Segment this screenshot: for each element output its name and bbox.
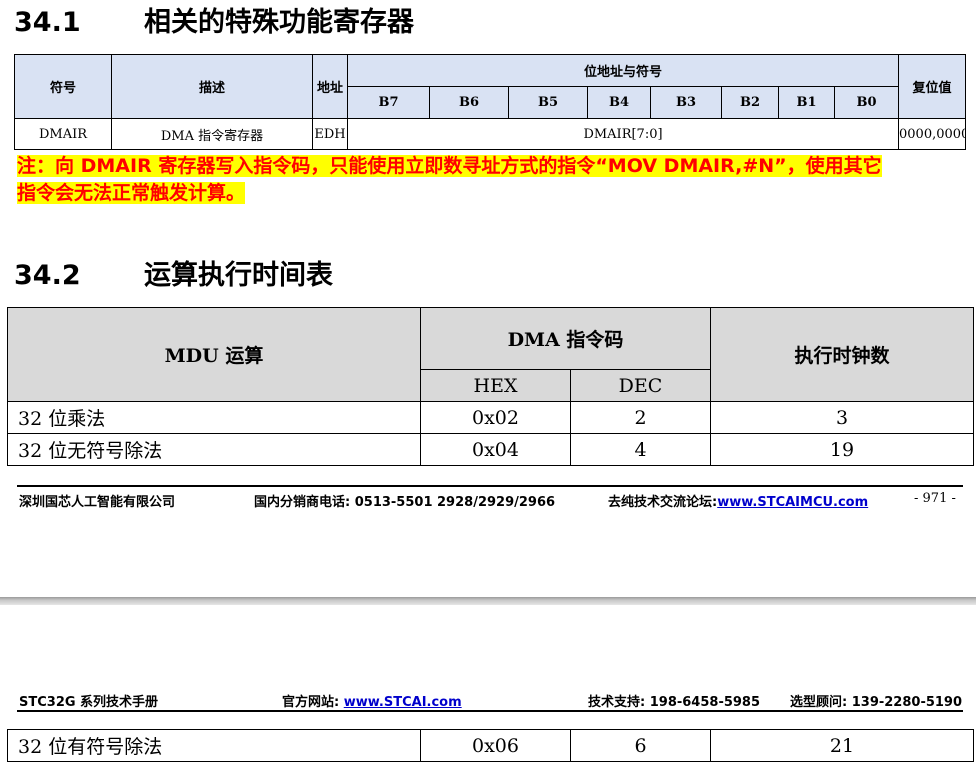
section-title-34-1: 相关的特殊功能寄存器 — [144, 7, 414, 38]
note-line-2: 指令会无法正常触发计算。 — [17, 182, 246, 204]
header-addr: 地址 — [312, 54, 348, 119]
header-rule — [17, 710, 963, 712]
footer-forum-link[interactable]: www.STCAIMCU.com — [717, 495, 868, 510]
header-bit: B7 — [347, 86, 430, 119]
header-bit: B1 — [778, 86, 835, 119]
header-manual-title: STC32G 系列技术手册 — [19, 695, 159, 710]
footer-phone: 国内分销商电话: 0513-5501 2928/2929/2966 — [254, 495, 556, 510]
section-title-34-2: 运算执行时间表 — [144, 260, 333, 291]
cell-field: DMAIR[7:0] — [346, 118, 900, 150]
register-table: 符号 描述 地址 位地址与符号 复位值 B7 B6 B5 B4 B3 B2 B1… — [14, 54, 967, 150]
section-number-34-2: 34.2 — [14, 260, 81, 291]
header-bits-group: 位地址与符号 — [346, 54, 900, 87]
calc-time-table-continued: 32 位有符号除法 0x06 6 21 — [7, 729, 974, 762]
header-support: 技术支持: 198-6458-5985 — [588, 695, 761, 710]
table-row: 32 位无符号除法 0x04 4 19 — [7, 433, 974, 466]
header-op: MDU 运算 — [7, 307, 421, 402]
cell-hex: 0x04 — [420, 433, 571, 466]
footer-rule — [17, 485, 963, 487]
cell-op: 32 位无符号除法 — [7, 433, 421, 466]
cell-desc: DMA 指令寄存器 — [111, 118, 313, 150]
header-desc: 描述 — [111, 54, 313, 119]
header-reset: 复位值 — [898, 54, 967, 119]
section-number-34-1: 34.1 — [14, 7, 81, 38]
header-consult: 选型顾问: 139-2280-5190 — [790, 695, 963, 710]
cell-addr: EDH — [312, 118, 348, 150]
page-separator — [0, 597, 976, 605]
note: 注：向 DMAIR 寄存器写入指令码，只能使用立即数寻址方式的指令“MOV DM… — [17, 153, 963, 207]
cell-dec: 4 — [570, 433, 711, 466]
cell-hex: 0x02 — [420, 401, 571, 434]
table-row: 32 位乘法 0x02 2 3 — [7, 401, 974, 434]
cell-clocks: 19 — [710, 433, 974, 466]
header-code: DMA 指令码 — [420, 307, 711, 370]
footer-forum: 去纯技术交流论坛:www.STCAIMCU.com — [608, 491, 868, 510]
page-number: - 971 - — [914, 491, 956, 506]
footer-forum-label: 去纯技术交流论坛: — [608, 495, 718, 510]
footer-company: 深圳国芯人工智能有限公司 — [19, 495, 176, 510]
header-clocks: 执行时钟数 — [710, 307, 974, 402]
header-bit: B5 — [508, 86, 588, 119]
note-line-1: 注：向 DMAIR 寄存器写入指令码，只能使用立即数寻址方式的指令“MOV DM… — [17, 155, 882, 177]
cell-op: 32 位有符号除法 — [7, 729, 421, 762]
calc-time-table: MDU 运算 DMA 指令码 执行时钟数 HEX DEC 32 位乘法 0x02… — [7, 307, 974, 466]
header-bit: B6 — [429, 86, 509, 119]
header-bit: B2 — [721, 86, 779, 119]
header-symbol: 符号 — [14, 54, 112, 119]
cell-hex: 0x06 — [420, 729, 571, 762]
header-site-link[interactable]: www.STCAI.com — [344, 695, 462, 710]
header-site-label: 官方网站: — [282, 695, 344, 710]
header-hex: HEX — [420, 369, 571, 402]
cell-op: 32 位乘法 — [7, 401, 421, 434]
cell-dec: 2 — [570, 401, 711, 434]
cell-reset: 0000,0000 — [898, 118, 967, 150]
header-bit: B4 — [587, 86, 651, 119]
header-bit: B0 — [833, 86, 900, 119]
cell-dec: 6 — [570, 729, 711, 762]
cell-clocks: 21 — [710, 729, 974, 762]
cell-symbol: DMAIR — [14, 118, 112, 150]
cell-clocks: 3 — [710, 401, 974, 434]
header-dec: DEC — [570, 369, 711, 402]
header-site: 官方网站: www.STCAI.com — [282, 691, 462, 710]
header-bit: B3 — [650, 86, 722, 119]
table-row: 32 位有符号除法 0x06 6 21 — [7, 729, 974, 762]
